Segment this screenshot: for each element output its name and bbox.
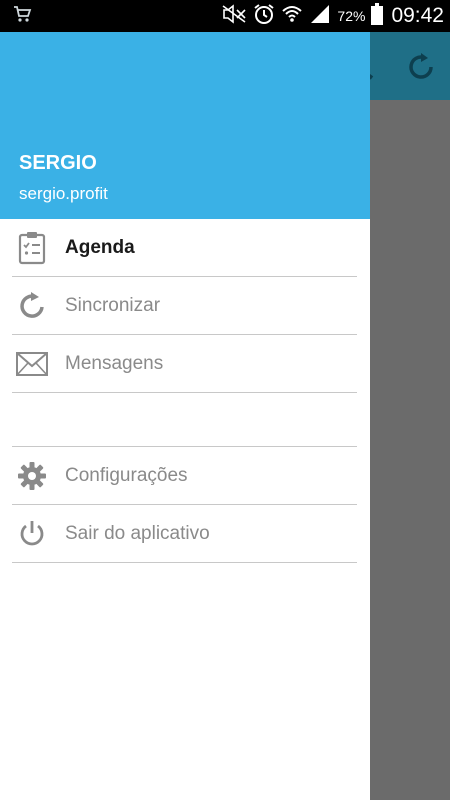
- menu-item-configuracoes[interactable]: Configurações: [12, 447, 357, 505]
- status-bar: 72% 09:42: [0, 0, 450, 32]
- signal-icon: [309, 4, 331, 29]
- menu-item-label: Agenda: [65, 236, 135, 258]
- sync-icon: [12, 286, 52, 326]
- wifi-icon: [281, 3, 303, 30]
- menu-item-label: Configurações: [65, 464, 188, 486]
- clipboard-checklist-icon: [12, 228, 52, 268]
- drawer-header: SERGIO sergio.profit: [0, 32, 370, 219]
- menu-item-agenda[interactable]: Agenda: [12, 219, 357, 277]
- navigation-drawer: SERGIO sergio.profit Agenda Sincronizar …: [0, 32, 370, 800]
- menu-item-sair[interactable]: Sair do aplicativo: [12, 505, 357, 563]
- menu-item-label: Mensagens: [65, 352, 164, 374]
- menu-item-mensagens[interactable]: Mensagens: [12, 335, 357, 393]
- cart-notification-icon: [12, 4, 32, 29]
- menu-item-label: Sair do aplicativo: [65, 522, 210, 544]
- user-email: sergio.profit: [19, 184, 108, 203]
- battery-percent: 72%: [337, 8, 366, 24]
- clock: 09:42: [391, 4, 444, 27]
- menu-item-label: Sincronizar: [65, 294, 161, 316]
- user-name: SERGIO: [19, 152, 97, 174]
- alarm-icon: [253, 3, 275, 30]
- envelope-icon: [12, 344, 52, 384]
- refresh-icon[interactable]: [404, 50, 438, 84]
- battery-icon: [371, 2, 384, 30]
- menu-item-sincronizar[interactable]: Sincronizar: [12, 277, 357, 335]
- gear-icon: [12, 456, 52, 496]
- mute-icon: [221, 3, 247, 29]
- power-icon: [12, 514, 52, 554]
